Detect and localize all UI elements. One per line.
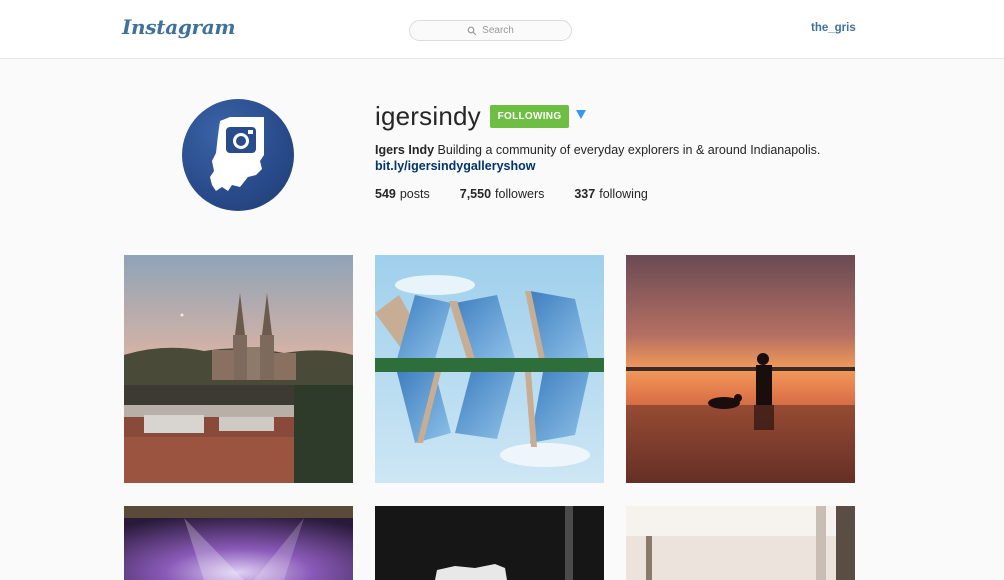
profile-full-name: Igers Indy	[375, 143, 435, 157]
followers-count: 7,550	[459, 187, 492, 201]
profile-username: igersindy	[375, 101, 481, 131]
following-label: following	[599, 187, 648, 201]
top-navigation-bar: Instagram Search the_gris	[0, 0, 1004, 59]
profile-bio: Igers Indy Building a community of every…	[375, 141, 820, 159]
profile-bio-text: Building a community of everyday explore…	[437, 143, 821, 157]
followers-label: followers	[495, 187, 545, 201]
photo-dark-object[interactable]	[375, 506, 604, 580]
search-icon	[467, 26, 477, 35]
profile-stats: 549 posts 7,550 followers 337 following	[375, 187, 678, 201]
photo-lake-sunset-dog[interactable]	[626, 255, 855, 483]
following-button[interactable]: FOLLOWING	[490, 105, 569, 128]
photo-stage-lights[interactable]	[124, 506, 353, 580]
photo-cathedral-sunset[interactable]	[124, 255, 353, 483]
instagram-logo[interactable]: Instagram	[122, 15, 236, 39]
search-placeholder: Search	[482, 25, 514, 36]
profile-website-link[interactable]: bit.ly/igersindygalleryshow	[375, 159, 535, 173]
following-count: 337	[574, 187, 596, 201]
posts-stat: 549 posts	[375, 187, 430, 201]
chevron-down-icon[interactable]	[576, 110, 586, 119]
following-stat[interactable]: 337 following	[574, 187, 648, 201]
posts-label: posts	[399, 187, 430, 201]
current-user-link[interactable]: the_gris	[811, 22, 856, 34]
profile-avatar	[182, 99, 294, 211]
posts-count: 549	[375, 187, 396, 201]
photo-white-interior[interactable]	[626, 506, 855, 580]
indiana-camera-icon	[210, 117, 264, 191]
search-input[interactable]: Search	[409, 20, 572, 41]
photo-reflected-buildings[interactable]	[375, 255, 604, 483]
followers-stat[interactable]: 7,550 followers	[460, 187, 545, 201]
